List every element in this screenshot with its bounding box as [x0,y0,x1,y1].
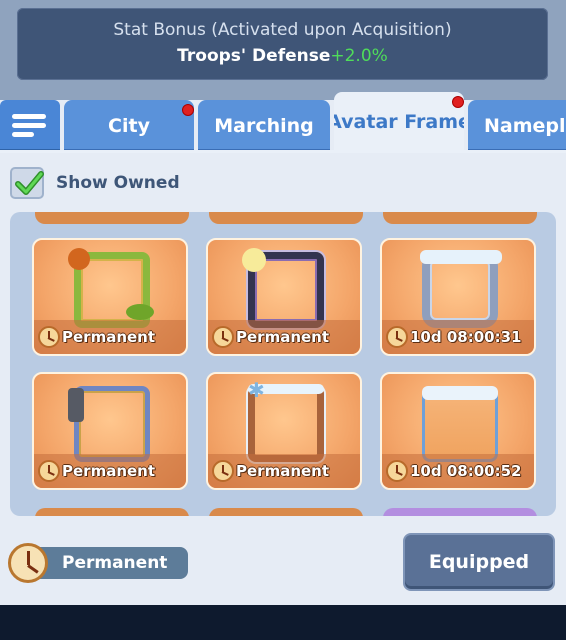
clock-icon [386,326,408,348]
stat-name: Troops' Defense [177,46,331,66]
avatar-frame-card[interactable]: Permanent [206,238,362,356]
duration-label: Permanent [34,325,186,349]
equipped-button-label: Equipped [428,551,530,573]
tab-marching-label: Marching [214,115,314,137]
selected-duration: Permanent [26,547,188,579]
partial-card[interactable] [209,212,363,224]
clock-icon [38,460,60,482]
bottom-navigation-bar [0,605,566,640]
duration-label: Permanent [208,459,360,483]
filter-menu-button[interactable] [0,100,60,152]
tab-avatar-frame[interactable]: Avatar Frame [334,92,464,152]
moon-icon [242,248,266,272]
clock-icon [212,326,234,348]
icicle-icon [420,250,502,264]
stat-bonus-panel: Stat Bonus (Activated upon Acquisition) … [17,8,548,80]
pumpkin-icon [68,248,90,270]
tab-bar: City Marching Avatar Frame Namepla [0,92,566,152]
tab-avatar-frame-label: Avatar Frame [334,111,464,133]
stat-bonus-title: Stat Bonus (Activated upon Acquisition) [113,20,452,40]
duration-label: 10d 08:00:31 [382,325,534,349]
clock-icon [8,543,48,583]
partial-card[interactable] [209,508,363,516]
tab-nameplate-label: Namepla [484,115,566,137]
tab-nameplate[interactable]: Namepla [468,100,566,152]
cloud-icon [422,386,498,400]
menu-list-icon [12,114,46,138]
partial-card[interactable] [383,508,537,516]
snowflake-icon: ✱ [248,378,265,402]
duration-label: Permanent [34,459,186,483]
equipped-button[interactable]: Equipped [403,533,555,591]
stat-value: +2.0% [330,46,388,66]
selected-duration-label: Permanent [62,553,168,573]
tab-marching[interactable]: Marching [198,100,330,152]
clock-icon [212,460,234,482]
show-owned-label: Show Owned [56,173,180,193]
show-owned-checkbox[interactable] [10,167,44,199]
avatar-frame-grid: Permanent Permanent 10d 08:00:31 Permane… [10,212,556,516]
clock-icon [38,326,60,348]
wrench-icon [68,388,84,422]
clock-icon [386,460,408,482]
tab-city[interactable]: City [64,100,194,152]
partial-card[interactable] [383,212,537,224]
steampunk-frame-icon [74,386,150,462]
avatar-frame-card[interactable]: Permanent [32,238,188,356]
leaf-icon [126,304,154,320]
duration-label: 10d 08:00:52 [382,459,534,483]
notification-dot [452,96,464,108]
duration-label: Permanent [208,325,360,349]
avatar-frame-card[interactable]: Permanent [32,372,188,490]
partial-card[interactable] [35,212,189,224]
partial-card[interactable] [35,508,189,516]
avatar-frame-card[interactable]: ✱ Permanent [206,372,362,490]
avatar-frame-card[interactable]: 10d 08:00:31 [380,238,536,356]
tab-city-label: City [108,115,150,137]
stat-bonus-line: Troops' Defense+2.0% [17,46,548,66]
avatar-frame-card[interactable]: 10d 08:00:52 [380,372,536,490]
notification-dot [182,104,194,116]
tab-divider [0,150,566,153]
show-owned-filter[interactable]: Show Owned [10,165,180,201]
checkmark-icon [15,171,44,195]
